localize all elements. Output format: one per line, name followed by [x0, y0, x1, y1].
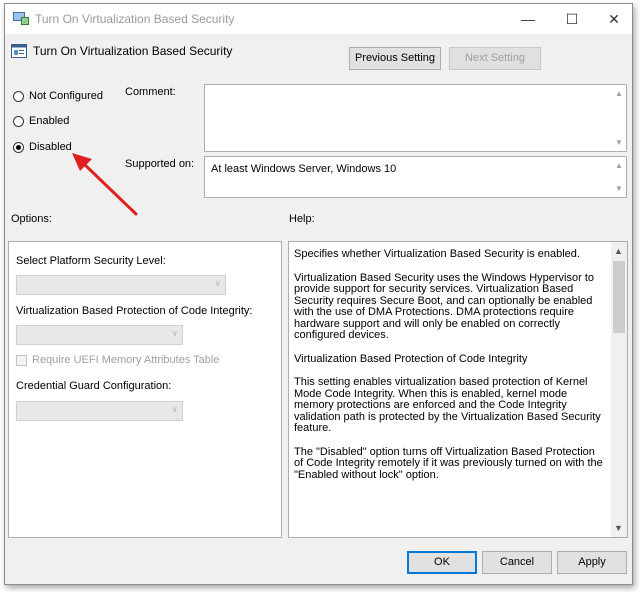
annotation-arrow [72, 153, 138, 216]
arrow-shaft [81, 161, 138, 216]
